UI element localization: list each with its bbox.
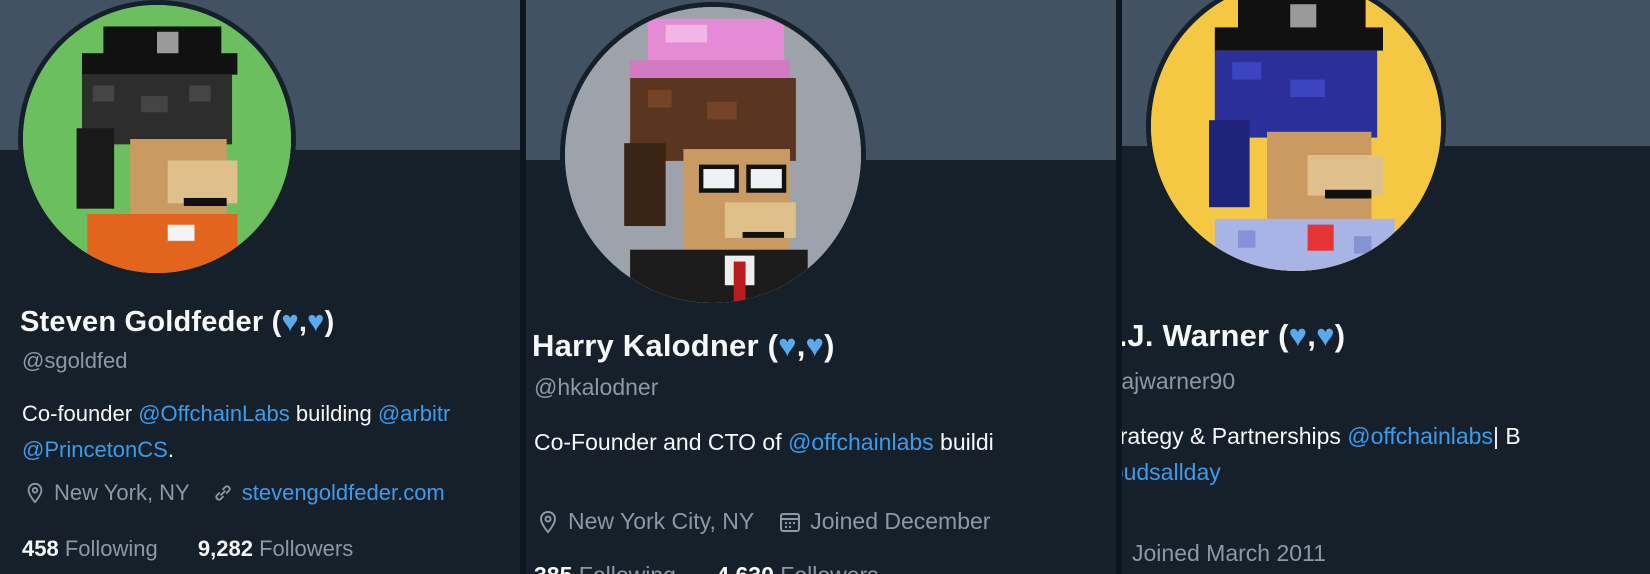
following-link[interactable]: 458 Following: [22, 536, 158, 561]
joined-text: Joined December: [810, 508, 991, 534]
mention-link[interactable]: @OffchainLabs: [138, 401, 290, 426]
profile-meta: New York City, NY Joined December: [536, 508, 990, 535]
profile-card-harry: Harry Kalodner (♥,♥) @hkalodner Co-Found…: [526, 0, 1116, 574]
profile-bio: Strategy & Partnerships @offchainlabs| B…: [1122, 418, 1521, 490]
mention-link[interactable]: @arbitr: [378, 401, 450, 426]
nft-avatar-image: [565, 7, 861, 303]
blue-heart-icon: ♥: [805, 328, 825, 363]
profile-avatar[interactable]: [18, 0, 296, 278]
followers-link[interactable]: 4,630 Followers: [716, 562, 878, 574]
display-name: Harry Kalodner: [532, 328, 759, 363]
blue-heart-icon: ♥: [281, 306, 299, 338]
profile-bio: Co-Founder and CTO of @offchainlabs buil…: [534, 429, 994, 455]
blue-heart-icon: ♥: [1288, 318, 1308, 353]
link-icon: [212, 482, 234, 504]
follow-stats: 385 Following 4,630 Followers: [534, 562, 879, 574]
location-text: New York, NY: [54, 480, 190, 505]
location-pin-icon: [536, 509, 560, 535]
profile-handle: @sgoldfed: [22, 348, 128, 373]
following-link[interactable]: 385 Following: [534, 562, 676, 574]
display-name: Steven Goldfeder: [20, 306, 264, 338]
blue-heart-icon: ♥: [307, 306, 325, 338]
joined-text: Joined March 2011: [1132, 540, 1326, 566]
location-pin-icon: [24, 481, 46, 505]
profile-name: Steven Goldfeder (♥,♥): [20, 306, 335, 338]
nft-avatar-image: [1151, 0, 1441, 271]
profile-handle: @ajwarner90: [1122, 368, 1236, 394]
follow-stats: 458 Following 9,282 Followers: [22, 536, 353, 562]
display-name: A.J. Warner: [1122, 318, 1270, 353]
mention-link[interactable]: @PrincetonCS: [22, 437, 168, 462]
mention-link[interactable]: @offchainlabs: [788, 429, 934, 455]
profile-name: Harry Kalodner (♥,♥): [532, 328, 835, 363]
website-link[interactable]: stevengoldfeder.com: [242, 480, 445, 506]
profile-name: A.J. Warner (♥,♥): [1122, 318, 1345, 354]
mention-link[interactable]: @offchainlabs: [1347, 423, 1493, 449]
profile-handle: @hkalodner: [534, 374, 659, 400]
blue-heart-icon: ♥: [778, 328, 797, 363]
profile-avatar[interactable]: [1146, 0, 1446, 276]
blue-heart-icon: ♥: [1316, 318, 1335, 353]
followers-link[interactable]: 9,282 Followers: [198, 536, 353, 561]
location-text: New York City, NY: [568, 508, 755, 534]
profile-bio: Co-founder @OffchainLabs building @arbit…: [22, 401, 451, 462]
profile-avatar[interactable]: [560, 2, 866, 308]
nft-avatar-image: [23, 5, 291, 273]
profile-meta: Joined March 2011: [1122, 540, 1326, 567]
hashtag-link[interactable]: #budsallday: [1122, 459, 1221, 485]
profile-meta: New York, NY stevengoldfeder.com: [24, 480, 445, 506]
calendar-icon: [1122, 542, 1124, 566]
calendar-icon: [778, 510, 802, 534]
profile-card-aj: A.J. Warner (♥,♥) @ajwarner90 Strategy &…: [1122, 0, 1650, 574]
profile-card-steven: Steven Goldfeder (♥,♥) @sgoldfed Co-foun…: [0, 0, 522, 574]
